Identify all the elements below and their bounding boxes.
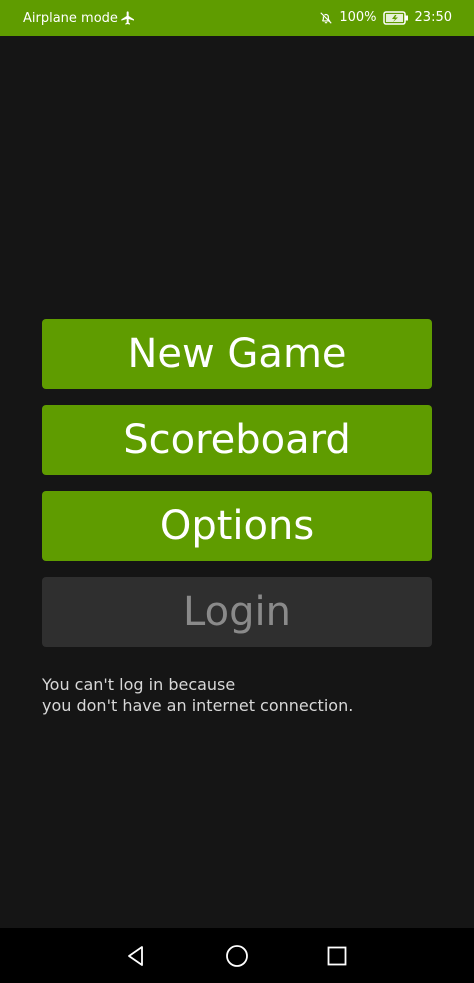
options-button[interactable]: Options (42, 491, 432, 561)
offline-notice-line-1: You can't log in because (42, 675, 236, 694)
navigation-bar (0, 928, 474, 983)
clock: 23:50 (414, 10, 452, 25)
airplane-icon (120, 10, 136, 26)
back-icon[interactable] (120, 940, 152, 972)
offline-notice: You can't log in because you don't have … (42, 674, 442, 716)
status-right: 100% 23:50 (319, 10, 452, 25)
airplane-mode-label: Airplane mode (23, 10, 118, 26)
battery-percent: 100% (339, 10, 377, 25)
offline-notice-line-2: you don't have an internet connection. (42, 696, 354, 715)
bell-off-icon (319, 11, 333, 25)
status-left: Airplane mode (23, 10, 136, 26)
scoreboard-button[interactable]: Scoreboard (42, 405, 432, 475)
battery-icon (382, 10, 409, 25)
home-icon[interactable] (221, 940, 253, 972)
recent-apps-icon[interactable] (321, 940, 353, 972)
login-button: Login (42, 577, 432, 647)
status-bar: Airplane mode 100% 23:50 (0, 0, 474, 36)
new-game-button[interactable]: New Game (42, 319, 432, 389)
